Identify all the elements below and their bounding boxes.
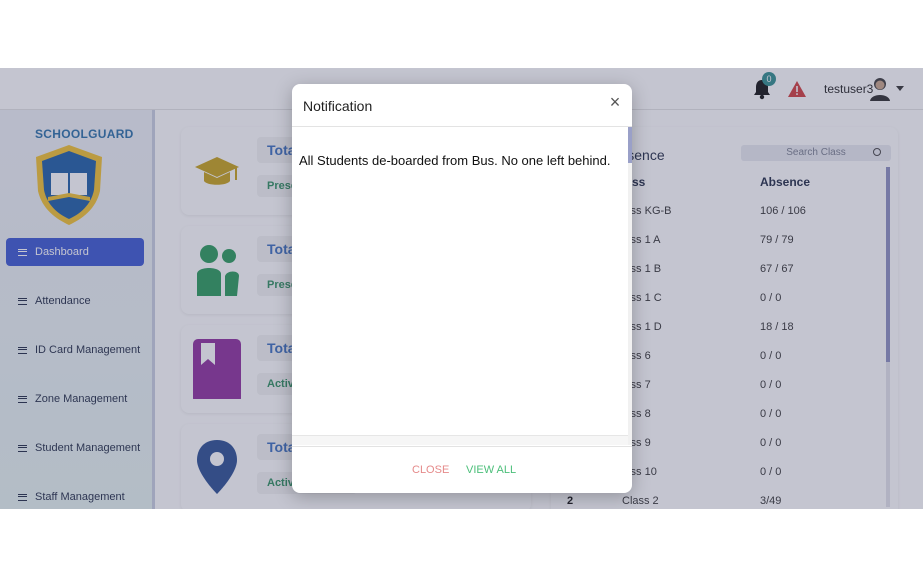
modal-title: Notification: [303, 98, 373, 114]
app-window: 0 testuser3 SCHOOLGUARD Dashboard Attend…: [0, 68, 923, 509]
close-icon[interactable]: ×: [607, 93, 623, 111]
close-button[interactable]: CLOSE: [412, 464, 449, 476]
modal-body: All Students de-boarded from Bus. No one…: [292, 127, 628, 435]
divider: [292, 446, 632, 447]
modal-scrollbar-thumb[interactable]: [628, 127, 632, 163]
notification-message: All Students de-boarded from Bus. No one…: [299, 153, 611, 168]
view-all-button[interactable]: VIEW ALL: [466, 464, 516, 476]
modal-scrollbar[interactable]: [628, 127, 632, 445]
notification-modal: Notification × All Students de-boarded f…: [292, 84, 632, 493]
modal-horizontal-scrollbar[interactable]: [292, 435, 628, 445]
